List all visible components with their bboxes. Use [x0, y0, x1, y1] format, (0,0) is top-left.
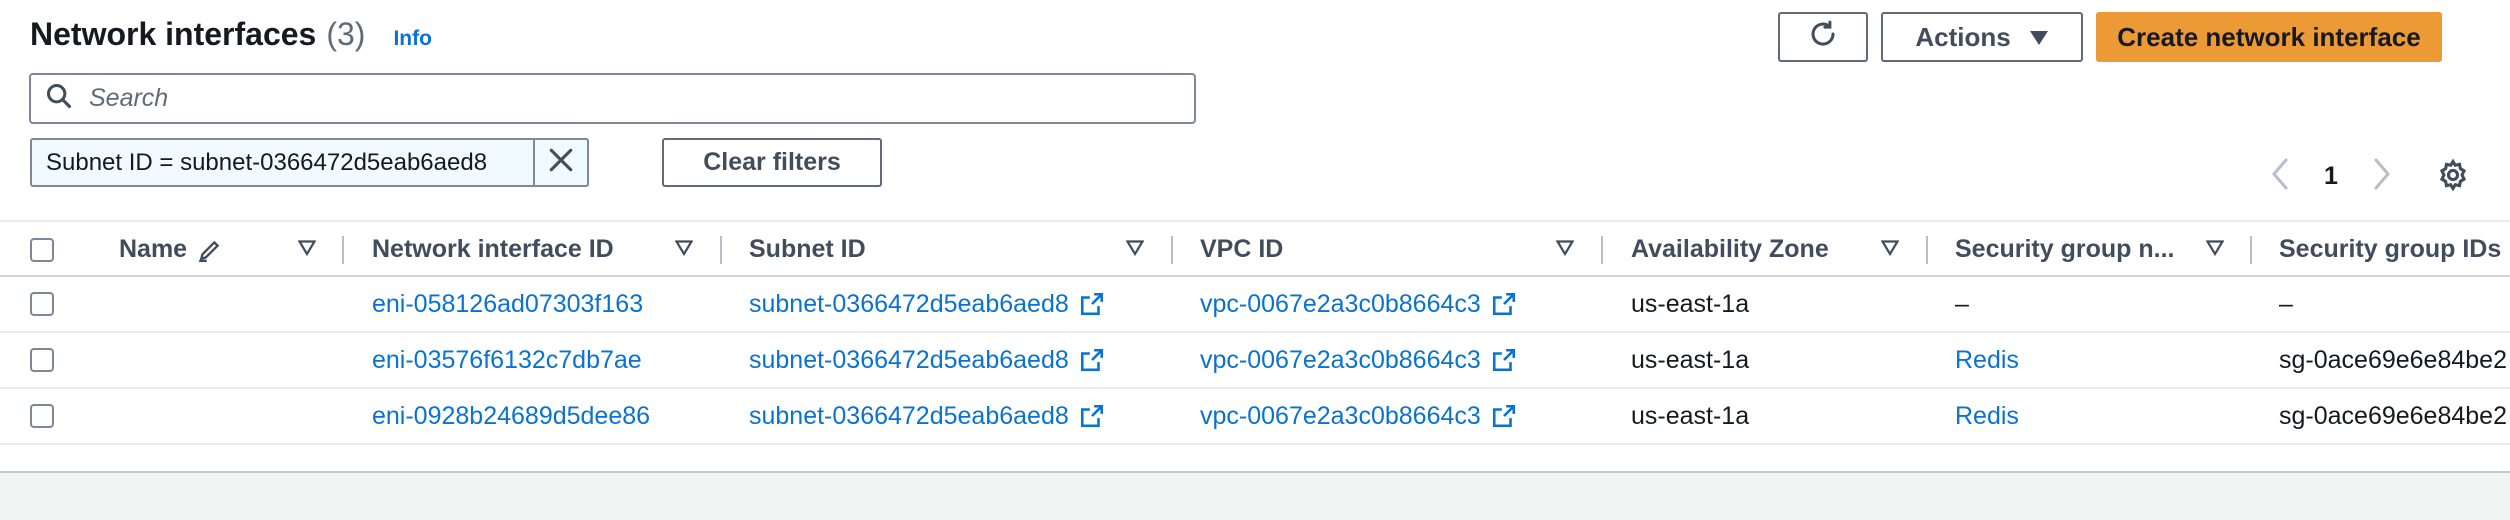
column-divider[interactable]: [1601, 236, 1603, 264]
external-link-icon[interactable]: [1491, 403, 1517, 429]
search-bar[interactable]: [29, 73, 1196, 124]
security-group-name-link[interactable]: Redis: [1955, 333, 2019, 387]
row-checkbox[interactable]: [30, 404, 54, 428]
search-icon: [45, 82, 73, 115]
vpc-id-cell: vpc-0067e2a3c0b8664c3: [1200, 333, 1517, 387]
availability-zone-cell: us-east-1a: [1631, 345, 1750, 374]
column-divider[interactable]: [2250, 236, 2252, 264]
external-link-icon[interactable]: [1491, 291, 1517, 317]
column-divider[interactable]: [1926, 236, 1928, 264]
sort-icon[interactable]: [1125, 240, 1145, 261]
subnet-id-cell: subnet-0366472d5eab6aed8: [749, 389, 1105, 443]
network-interfaces-page: Network interfaces (3) Info Actions Crea…: [0, 0, 2510, 520]
filter-token-label: Subnet ID = subnet-0366472d5eab6aed8: [32, 140, 535, 185]
create-network-interface-button[interactable]: Create network interface: [2096, 12, 2442, 62]
security-group-ids-cell: sg-0ace69e6e84be2: [2279, 345, 2507, 374]
sort-icon[interactable]: [674, 240, 694, 261]
column-divider[interactable]: [342, 236, 344, 264]
pagination: 1: [2270, 158, 2392, 195]
sort-icon[interactable]: [2205, 240, 2225, 261]
table-row[interactable]: eni-0928b24689d5dee86 subnet-0366472d5ea…: [0, 389, 2510, 445]
column-divider[interactable]: [1171, 236, 1173, 264]
pencil-icon: [197, 237, 223, 263]
table-row[interactable]: eni-03576f6132c7db7ae subnet-0366472d5ea…: [0, 333, 2510, 389]
sort-icon[interactable]: [1555, 240, 1575, 261]
previous-page-icon[interactable]: [2270, 158, 2290, 195]
sort-icon[interactable]: [297, 240, 317, 261]
column-header-subnet-id[interactable]: Subnet ID: [749, 222, 866, 277]
vpc-id-cell: vpc-0067e2a3c0b8664c3: [1200, 277, 1517, 331]
current-page-number[interactable]: 1: [2324, 162, 2338, 191]
network-interface-id-link[interactable]: eni-058126ad07303f163: [372, 277, 643, 331]
column-header-vpc-id[interactable]: VPC ID: [1200, 222, 1283, 277]
network-interface-id-link[interactable]: eni-03576f6132c7db7ae: [372, 333, 642, 387]
close-icon: [548, 147, 574, 178]
table-header: Name Network interface ID Subnet ID VPC …: [0, 220, 2510, 277]
column-header-security-group-names[interactable]: Security group n...: [1955, 222, 2174, 277]
refresh-button[interactable]: [1778, 12, 1868, 62]
select-all-checkbox[interactable]: [30, 238, 54, 262]
security-group-name-link[interactable]: Redis: [1955, 389, 2019, 443]
external-link-icon[interactable]: [1079, 347, 1105, 373]
external-link-icon[interactable]: [1079, 291, 1105, 317]
security-group-ids-cell: sg-0ace69e6e84be2: [2279, 401, 2507, 430]
actions-dropdown[interactable]: Actions: [1881, 12, 2083, 62]
subnet-id-cell: subnet-0366472d5eab6aed8: [749, 277, 1105, 331]
availability-zone-cell: us-east-1a: [1631, 289, 1750, 318]
actions-label: Actions: [1915, 21, 2011, 52]
vpc-id-link[interactable]: vpc-0067e2a3c0b8664c3: [1200, 290, 1481, 319]
subnet-id-link[interactable]: subnet-0366472d5eab6aed8: [749, 346, 1069, 375]
sort-icon[interactable]: [1880, 240, 1900, 261]
resource-count: (3): [326, 16, 366, 52]
table-row[interactable]: eni-058126ad07303f163 subnet-0366472d5ea…: [0, 277, 2510, 333]
vpc-id-link[interactable]: vpc-0067e2a3c0b8664c3: [1200, 402, 1481, 431]
gear-icon[interactable]: [2436, 158, 2470, 197]
external-link-icon[interactable]: [1079, 403, 1105, 429]
caret-down-icon: [2029, 22, 2049, 53]
security-group-name-cell: –: [1955, 289, 1969, 318]
next-page-icon[interactable]: [2372, 158, 2392, 195]
network-interface-id-link[interactable]: eni-0928b24689d5dee86: [372, 389, 650, 443]
subnet-id-cell: subnet-0366472d5eab6aed8: [749, 333, 1105, 387]
column-header-security-group-ids[interactable]: Security group IDs: [2279, 222, 2501, 277]
vpc-id-link[interactable]: vpc-0067e2a3c0b8664c3: [1200, 346, 1481, 375]
page-title: Network interfaces: [30, 16, 317, 52]
security-group-ids-cell: –: [2279, 289, 2293, 318]
subnet-id-link[interactable]: subnet-0366472d5eab6aed8: [749, 402, 1069, 431]
remove-filter-button[interactable]: [535, 140, 587, 185]
column-header-network-interface-id[interactable]: Network interface ID: [372, 222, 614, 277]
column-divider[interactable]: [720, 236, 722, 264]
availability-zone-cell: us-east-1a: [1631, 401, 1750, 430]
column-header-availability-zone[interactable]: Availability Zone: [1631, 222, 1829, 277]
clear-filters-button[interactable]: Clear filters: [662, 138, 882, 187]
column-header-name[interactable]: Name: [119, 222, 223, 277]
subnet-id-link[interactable]: subnet-0366472d5eab6aed8: [749, 290, 1069, 319]
filter-token: Subnet ID = subnet-0366472d5eab6aed8: [30, 138, 589, 187]
refresh-icon: [1808, 19, 1838, 56]
info-link[interactable]: Info: [393, 27, 431, 51]
row-checkbox[interactable]: [30, 348, 54, 372]
page-header: Network interfaces (3) Info: [30, 16, 432, 53]
search-input[interactable]: [89, 84, 1169, 113]
vpc-id-cell: vpc-0067e2a3c0b8664c3: [1200, 389, 1517, 443]
page-footer: [0, 471, 2510, 520]
row-checkbox[interactable]: [30, 292, 54, 316]
external-link-icon[interactable]: [1491, 347, 1517, 373]
